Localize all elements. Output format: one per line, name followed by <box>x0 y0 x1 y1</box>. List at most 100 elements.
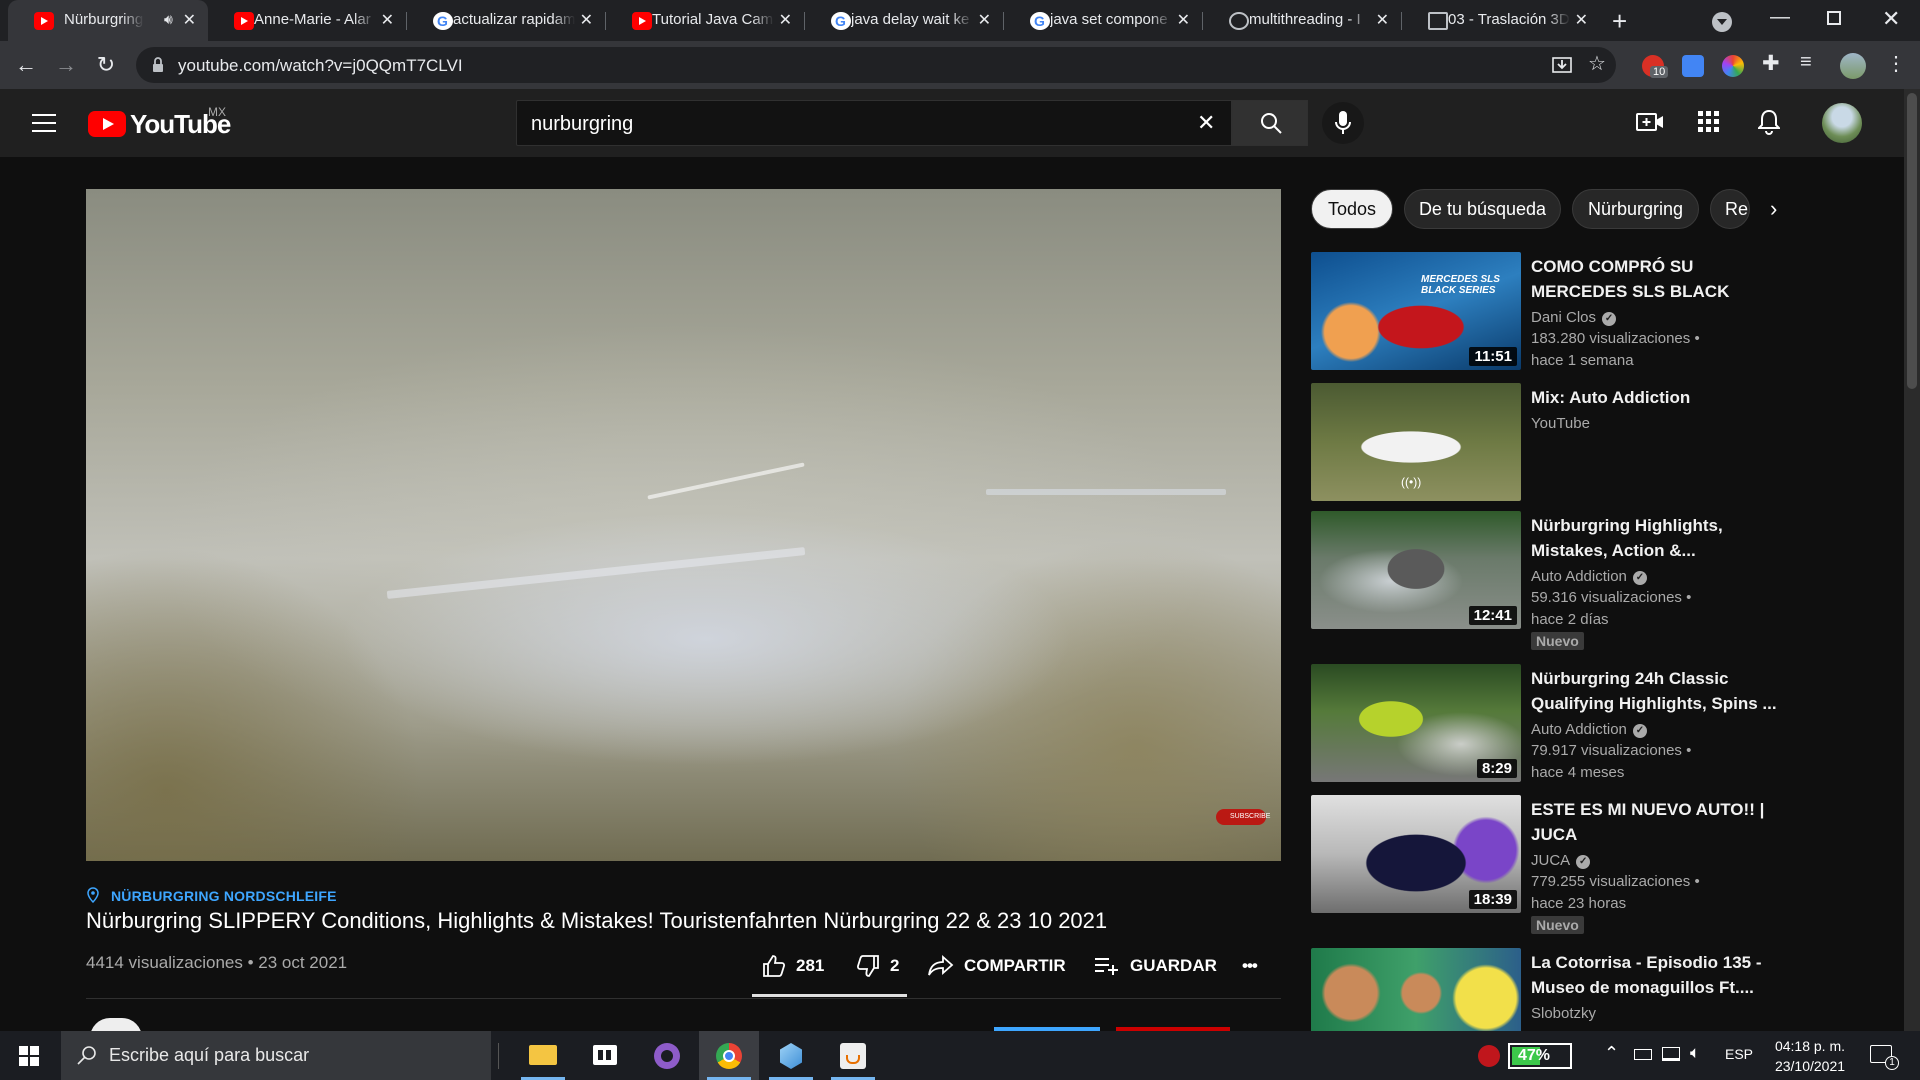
browser-tab[interactable]: actualizar rapidam ✕ <box>407 0 605 41</box>
close-tab-icon[interactable]: ✕ <box>1575 10 1588 30</box>
forward-icon[interactable]: → <box>52 51 80 79</box>
recommendation-item[interactable]: 12:41 Nürburgring Highlights, Mistakes, … <box>1311 511 1781 651</box>
java-app[interactable] <box>823 1031 883 1080</box>
close-tab-icon[interactable]: ✕ <box>978 10 991 30</box>
battery-tray-icon[interactable] <box>1634 1049 1652 1060</box>
user-avatar[interactable] <box>1822 103 1862 143</box>
browser-tab[interactable]: multithreading - I ✕ <box>1203 0 1401 41</box>
recommendation-item[interactable]: MERCEDES SLS BLACK SERIES 11:51 COMO COM… <box>1311 252 1781 370</box>
mix-thumbnail[interactable]: ((•)) <box>1311 383 1521 501</box>
address-bar[interactable]: youtube.com/watch?v=j0QQmT7CLVI ☆ <box>136 47 1616 83</box>
recommendation-item[interactable]: 8:29 Nürburgring 24h Classic Qualifying … <box>1311 664 1781 782</box>
video-thumbnail[interactable]: MERCEDES SLS BLACK SERIES 11:51 <box>1311 252 1521 370</box>
language-indicator[interactable]: ESP <box>1725 1046 1753 1062</box>
search-input[interactable]: nurburgring ✕ <box>516 100 1232 146</box>
location-link[interactable]: NÜRBURGRING NORDSCHLEIFE <box>111 888 337 904</box>
bookmark-star-icon[interactable]: ☆ <box>1588 51 1606 76</box>
browser-tab[interactable]: Tutorial Java Cam ✕ <box>606 0 804 41</box>
action-center-icon[interactable]: 1 <box>1870 1045 1899 1070</box>
url-text[interactable]: youtube.com/watch?v=j0QQmT7CLVI <box>178 56 463 76</box>
file-explorer-app[interactable] <box>513 1031 573 1080</box>
recommendation-title[interactable]: Mix: Auto Addiction <box>1531 385 1781 410</box>
chrome-menu-icon[interactable]: ⋮ <box>1886 51 1906 76</box>
extensions-puzzle-icon[interactable]: ✚ <box>1762 51 1780 76</box>
recommendation-title[interactable]: Nürburgring 24h Classic Qualifying Highl… <box>1531 666 1781 716</box>
profile-avatar[interactable] <box>1840 53 1866 79</box>
recommendation-title[interactable]: Nürburgring Highlights, Mistakes, Action… <box>1531 513 1781 563</box>
3d-viewer-app[interactable] <box>761 1031 821 1080</box>
apps-grid-icon[interactable] <box>1698 111 1720 133</box>
github-app[interactable] <box>637 1031 697 1080</box>
media-queue-icon[interactable]: ≡ <box>1800 51 1812 74</box>
video-thumbnail[interactable]: 18:39 <box>1311 795 1521 913</box>
browser-tab[interactable]: java delay wait ke ✕ <box>805 0 1003 41</box>
close-tab-icon[interactable]: ✕ <box>580 10 593 30</box>
network-icon[interactable] <box>1662 1047 1680 1061</box>
tray-antivirus-icon[interactable] <box>1478 1045 1500 1067</box>
translate-extension-icon[interactable] <box>1682 55 1704 77</box>
chip-nurburgring[interactable]: Nürburgring <box>1572 189 1699 229</box>
video-thumbnail[interactable]: 12:41 <box>1311 511 1521 629</box>
browser-tab[interactable]: Nürburgring S 🔊︎ ✕ <box>8 0 208 41</box>
chevron-right-icon[interactable]: › <box>1770 196 1777 222</box>
scrollbar-thumb[interactable] <box>1907 93 1917 389</box>
chip-related[interactable]: Re <box>1710 189 1750 229</box>
recommendation-title[interactable]: ESTE ES MI NUEVO AUTO!! | JUCA <box>1531 797 1781 847</box>
subscribe-watermark[interactable]: SUBSCRIBE <box>1216 809 1270 825</box>
clear-search-icon[interactable]: ✕ <box>1197 110 1215 136</box>
speaker-icon[interactable]: 🔊︎ <box>164 11 173 28</box>
close-tab-icon[interactable]: ✕ <box>1177 10 1190 30</box>
search-query[interactable]: nurburgring <box>531 113 633 136</box>
close-window-icon[interactable]: ✕ <box>1882 6 1900 32</box>
close-tab-icon[interactable]: ✕ <box>1376 10 1389 30</box>
recommendation-item[interactable]: ((•)) Mix: Auto Addiction YouTube <box>1311 383 1781 501</box>
like-button[interactable]: 281 <box>762 952 824 980</box>
hamburger-menu-icon[interactable] <box>32 113 58 133</box>
recommendation-channel[interactable]: Dani Clos ✓ <box>1531 309 1617 326</box>
new-tab-icon[interactable]: + <box>1612 6 1627 37</box>
recommendation-title[interactable]: La Cotorrisa - Episodio 135 - Museo de m… <box>1531 950 1781 1000</box>
recommendation-channel[interactable]: Auto Addiction ✓ <box>1531 568 1647 585</box>
close-tab-icon[interactable]: ✕ <box>183 10 196 30</box>
search-button[interactable] <box>1232 100 1308 146</box>
more-actions-button[interactable]: ••• <box>1242 952 1258 980</box>
color-picker-extension-icon[interactable] <box>1722 55 1744 77</box>
share-button[interactable]: COMPARTIR <box>928 952 1066 980</box>
recommendation-item[interactable]: La Cotorrisa - Episodio 135 - Museo de m… <box>1311 948 1781 1031</box>
tab-search-icon[interactable] <box>1712 12 1732 32</box>
chip-from-search[interactable]: De tu búsqueda <box>1404 189 1561 229</box>
recommendation-channel[interactable]: JUCA ✓ <box>1531 852 1591 869</box>
install-app-icon[interactable] <box>1552 56 1572 74</box>
create-video-icon[interactable] <box>1636 111 1664 133</box>
back-icon[interactable]: ← <box>12 51 40 79</box>
windows-start-icon[interactable] <box>19 1046 39 1066</box>
close-tab-icon[interactable]: ✕ <box>381 10 394 30</box>
recommendation-item[interactable]: 18:39 ESTE ES MI NUEVO AUTO!! | JUCA JUC… <box>1311 795 1781 935</box>
reload-icon[interactable]: ↻ <box>92 51 120 79</box>
chrome-app[interactable] <box>699 1031 759 1080</box>
recommendation-title[interactable]: COMO COMPRÓ SU MERCEDES SLS BLACK SERI..… <box>1531 254 1781 304</box>
browser-tab[interactable]: java set compone ✕ <box>1004 0 1202 41</box>
browser-tab[interactable]: 03 - Traslación 3D ✕ <box>1402 0 1600 41</box>
voice-search-button[interactable] <box>1322 102 1364 144</box>
video-thumbnail[interactable]: 8:29 <box>1311 664 1521 782</box>
task-view-app[interactable] <box>575 1031 635 1080</box>
notifications-bell-icon[interactable] <box>1758 109 1780 135</box>
minimize-icon[interactable]: — <box>1770 6 1790 29</box>
close-tab-icon[interactable]: ✕ <box>779 10 792 30</box>
show-hidden-icons-icon[interactable]: ⌃ <box>1604 1043 1619 1064</box>
dislike-button[interactable]: 2 <box>856 952 899 980</box>
battery-indicator[interactable]: 47% <box>1508 1043 1572 1069</box>
video-thumbnail[interactable] <box>1311 948 1521 1031</box>
volume-icon[interactable]: 🔈︎ <box>1690 1043 1700 1063</box>
restore-icon[interactable] <box>1827 11 1841 25</box>
save-button[interactable]: GUARDAR <box>1094 952 1217 980</box>
recommendation-channel[interactable]: Slobotzky <box>1531 1005 1596 1022</box>
adblock-extension-icon[interactable]: 10 <box>1642 55 1669 78</box>
browser-tab[interactable]: Anne-Marie - Alar ✕ <box>208 0 406 41</box>
video-player[interactable]: SUBSCRIBE <box>86 189 1281 861</box>
chip-all[interactable]: Todos <box>1311 189 1393 229</box>
recommendation-channel[interactable]: YouTube <box>1531 415 1590 432</box>
taskbar-clock[interactable]: 04:18 p. m. 23/10/2021 <box>1760 1036 1860 1076</box>
recommendation-channel[interactable]: Auto Addiction ✓ <box>1531 721 1647 738</box>
